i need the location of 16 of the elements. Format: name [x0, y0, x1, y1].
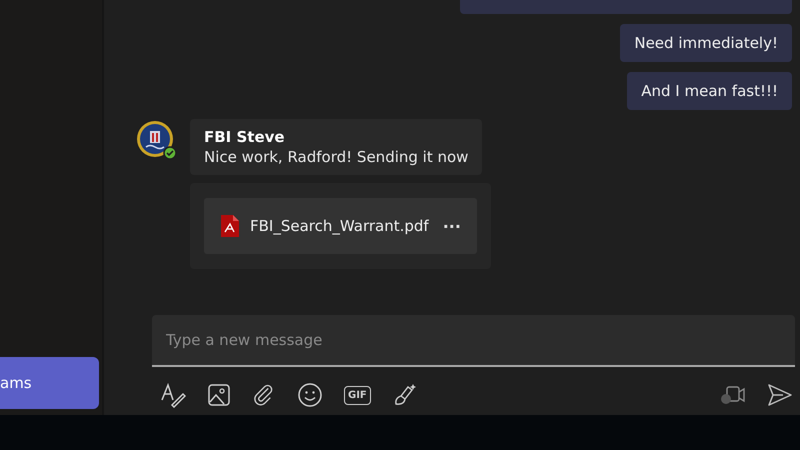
emoji-icon[interactable] [297, 382, 323, 408]
gif-button[interactable]: GIF [344, 386, 371, 404]
pdf-icon [220, 214, 240, 238]
sidebar-button[interactable]: ams [0, 357, 99, 409]
image-icon[interactable] [207, 383, 231, 407]
message-bubble: And I mean fast!!! [627, 72, 792, 110]
message-bubble: Need immediately! [620, 24, 792, 62]
send-icon[interactable] [767, 383, 793, 407]
format-icon[interactable] [160, 382, 186, 408]
more-button[interactable]: ··· [438, 216, 461, 236]
file-attachment[interactable]: FBI_Search_Warrant.pdf ··· [204, 198, 477, 254]
message-text: Nice work, Radford! Sending it now [204, 148, 468, 166]
message-input[interactable]: Type a new message [152, 315, 795, 367]
avatar-icon [136, 121, 178, 161]
sender-name: FBI Steve [204, 128, 286, 146]
file-name: FBI_Search_Warrant.pdf [250, 217, 429, 235]
